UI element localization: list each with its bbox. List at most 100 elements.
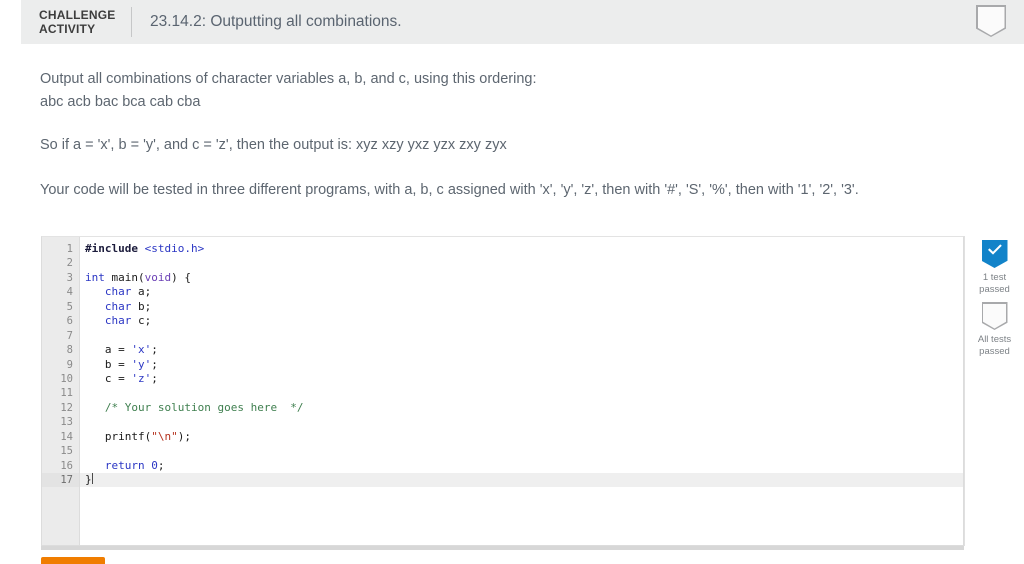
code-token: a; bbox=[131, 285, 152, 299]
code-line: b = 'y'; bbox=[80, 358, 963, 372]
code-token: ( bbox=[138, 270, 145, 284]
line-number: 13 bbox=[60, 416, 73, 429]
code-token: 'x' bbox=[131, 343, 152, 357]
line-number: 6 bbox=[66, 315, 73, 328]
prompt-paragraph-3: Your code will be tested in three differ… bbox=[40, 182, 859, 198]
test-result-label: passed bbox=[979, 346, 1010, 357]
code-token: printf bbox=[104, 429, 145, 443]
code-token: ; bbox=[151, 371, 158, 385]
line-number: 11 bbox=[60, 387, 73, 400]
line-number: 8 bbox=[66, 344, 73, 357]
shield-shape bbox=[981, 240, 1008, 268]
test-results-panel: 1 test passed All tests passed bbox=[964, 236, 1024, 546]
code-line: char b; bbox=[80, 300, 963, 314]
line-number: 3 bbox=[66, 271, 73, 284]
line-number: 1 bbox=[66, 243, 73, 255]
prompt-p1-line2: abc acb bac bca cab cba bbox=[40, 94, 201, 110]
code-line: int main(void) { bbox=[80, 271, 963, 285]
activity-kicker-line1: CHALLENGE bbox=[39, 8, 116, 22]
challenge-activity-page: CHALLENGE ACTIVITY 23.14.2: Outputting a… bbox=[0, 0, 1024, 564]
code-token: b = bbox=[85, 357, 132, 371]
activity-kicker-line2: ACTIVITY bbox=[39, 22, 96, 36]
code-line: c = 'z'; bbox=[80, 372, 963, 386]
code-line: } bbox=[80, 473, 963, 488]
code-token: ; bbox=[151, 343, 158, 357]
check-mark-icon bbox=[987, 244, 1002, 255]
code-token: ) { bbox=[171, 270, 191, 284]
editor-horizontal-scrollbar[interactable] bbox=[41, 546, 964, 550]
code-token: #include bbox=[85, 242, 138, 255]
shield-check-icon bbox=[965, 240, 1024, 268]
code-line: char c; bbox=[80, 314, 963, 328]
line-number-gutter: 1 2 3 4 5 6 7 8 9 10 11 12 13 14 15 16 17 bbox=[42, 237, 80, 545]
code-token: main bbox=[111, 270, 139, 284]
code-line: #include <stdio.h> bbox=[80, 242, 963, 256]
line-number: 17 bbox=[42, 473, 79, 488]
activity-title: 23.14.2: Outputting all combinations. bbox=[150, 13, 402, 30]
code-token: 'z' bbox=[131, 371, 152, 385]
line-number: 14 bbox=[60, 430, 73, 443]
code-token: char bbox=[104, 285, 132, 299]
code-token: "\n" bbox=[151, 429, 178, 443]
code-token: <stdio.h> bbox=[144, 242, 205, 255]
code-token: ; bbox=[151, 357, 158, 371]
code-line: a = 'x'; bbox=[80, 343, 963, 357]
code-token: c = bbox=[85, 371, 132, 385]
line-number: 10 bbox=[60, 372, 73, 385]
test-result-item[interactable]: 1 test passed bbox=[965, 240, 1024, 296]
test-result-label: passed bbox=[979, 284, 1010, 295]
line-number: 9 bbox=[66, 358, 73, 371]
code-token: c; bbox=[131, 314, 152, 328]
line-number: 5 bbox=[66, 300, 73, 313]
code-token: ; bbox=[157, 458, 165, 472]
activity-kicker: CHALLENGE ACTIVITY bbox=[39, 8, 125, 36]
code-editor[interactable]: 1 2 3 4 5 6 7 8 9 10 11 12 13 14 15 16 17 #include <stdi… bbox=[41, 236, 964, 546]
code-token: a = bbox=[85, 343, 132, 357]
line-number: 12 bbox=[60, 401, 73, 414]
code-token: 'y' bbox=[131, 357, 152, 371]
prompt-p1-line1: Output all combinations of character var… bbox=[40, 71, 537, 87]
code-line: char a; bbox=[80, 285, 963, 299]
header-divider bbox=[131, 7, 132, 37]
test-result-label: All tests bbox=[977, 334, 1012, 345]
test-result-label: 1 test bbox=[982, 272, 1007, 283]
prompt-paragraph-1: Output all combinations of character var… bbox=[0, 68, 980, 114]
shield-outline-icon bbox=[976, 5, 1006, 37]
code-token: 0 bbox=[151, 458, 158, 472]
line-number: 15 bbox=[60, 445, 73, 458]
code-token: int bbox=[85, 270, 105, 284]
code-token: void bbox=[144, 270, 172, 284]
code-line: printf("\n"); bbox=[80, 430, 963, 444]
code-token: } bbox=[85, 473, 92, 486]
code-token: b; bbox=[131, 299, 152, 313]
text-cursor bbox=[91, 473, 93, 484]
code-token: ); bbox=[177, 429, 191, 443]
code-line: /* Your solution goes here */ bbox=[80, 401, 963, 415]
line-number: 7 bbox=[66, 329, 73, 342]
prompt-paragraph-2: So if a = 'x', b = 'y', and c = 'z', the… bbox=[40, 137, 507, 153]
line-number: 2 bbox=[66, 257, 73, 270]
shield-shape bbox=[981, 302, 1008, 330]
header-progress-badge[interactable] bbox=[976, 5, 1008, 39]
line-number: 16 bbox=[60, 459, 73, 472]
code-token: char bbox=[104, 299, 132, 313]
activity-header: CHALLENGE ACTIVITY 23.14.2: Outputting a… bbox=[21, 0, 1024, 44]
line-number: 4 bbox=[66, 286, 73, 299]
code-text-area[interactable]: #include <stdio.h> int main(void) { char… bbox=[80, 237, 963, 545]
run-program-button[interactable] bbox=[41, 557, 105, 564]
test-result-item[interactable]: All tests passed bbox=[965, 302, 1024, 358]
code-token: char bbox=[104, 314, 132, 328]
